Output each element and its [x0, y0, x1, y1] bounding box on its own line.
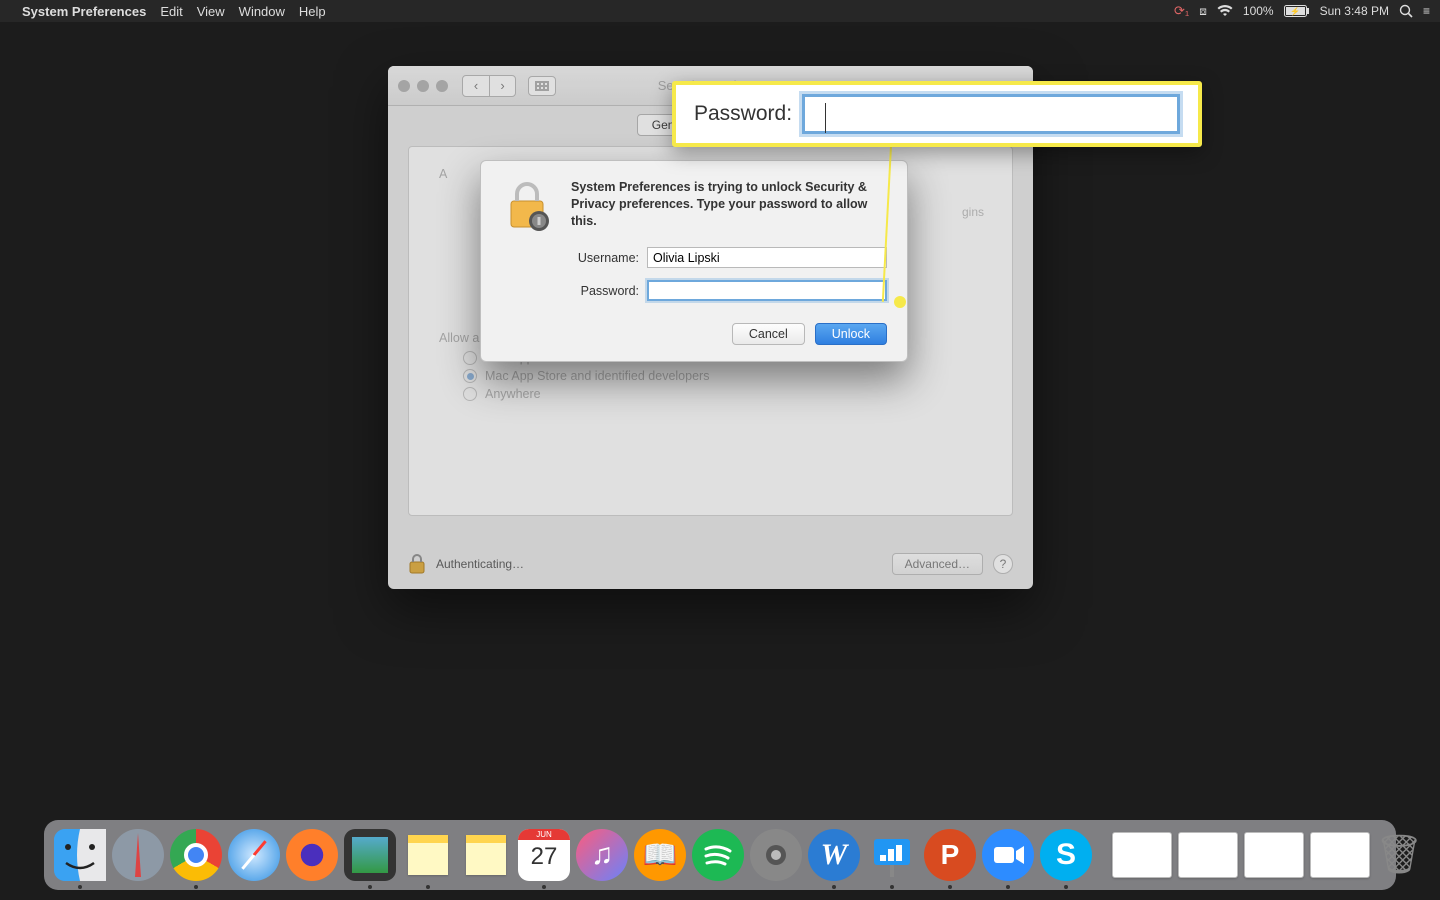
dock-minimized-window[interactable]: [1112, 832, 1172, 878]
callout-leader-dot: [894, 296, 906, 308]
dock-minimized-window[interactable]: [1244, 832, 1304, 878]
menu-window[interactable]: Window: [239, 4, 285, 19]
notification-center-icon[interactable]: ≡: [1423, 4, 1430, 18]
menu-help[interactable]: Help: [299, 4, 326, 19]
dock: JUN27♫📖WPS🗑: [44, 820, 1396, 890]
unlock-button[interactable]: Unlock: [815, 323, 887, 345]
dock-app-word[interactable]: W: [808, 829, 860, 881]
dock-app-safari[interactable]: [228, 829, 280, 881]
dock-app-finder[interactable]: [54, 829, 106, 881]
svg-text:⚡: ⚡: [1290, 6, 1300, 16]
menu-view[interactable]: View: [197, 4, 225, 19]
menubar: System Preferences Edit View Window Help…: [0, 0, 1440, 22]
password-row: Password:: [561, 280, 887, 301]
dock-minimized-window[interactable]: [1310, 832, 1370, 878]
dock-app-launchpad[interactable]: [112, 829, 164, 881]
dock-app-powerpoint[interactable]: P: [924, 829, 976, 881]
clock[interactable]: Sun 3:48 PM: [1320, 4, 1389, 18]
battery-icon[interactable]: ⚡: [1284, 5, 1310, 17]
dock-app-calendar[interactable]: JUN27: [518, 829, 570, 881]
dock-app-photos[interactable]: [344, 829, 396, 881]
battery-percent: 100%: [1243, 4, 1274, 18]
password-label: Password:: [561, 284, 639, 298]
dock-app-itunes[interactable]: ♫: [576, 829, 628, 881]
dropbox-icon[interactable]: ⧈: [1199, 4, 1207, 19]
menu-edit[interactable]: Edit: [160, 4, 182, 19]
username-row: Username:: [561, 247, 887, 268]
spotlight-icon[interactable]: [1399, 4, 1413, 18]
dock-app-keynote[interactable]: [866, 829, 918, 881]
cancel-button[interactable]: Cancel: [732, 323, 805, 345]
dock-app-skype[interactable]: S: [1040, 829, 1092, 881]
app-name[interactable]: System Preferences: [22, 4, 146, 19]
dock-app-system-preferences[interactable]: [750, 829, 802, 881]
dock-app-chrome[interactable]: [170, 829, 222, 881]
dock-app-zoom[interactable]: [982, 829, 1034, 881]
dock-app-stickies[interactable]: [460, 829, 512, 881]
updates-icon[interactable]: ⟳₁: [1174, 3, 1189, 19]
trash-icon[interactable]: 🗑: [1376, 829, 1422, 881]
dock-app-firefox[interactable]: [286, 829, 338, 881]
auth-message: System Preferences is trying to unlock S…: [571, 179, 887, 235]
callout-label: Password:: [694, 102, 792, 126]
username-label: Username:: [561, 251, 639, 265]
password-callout: Password:: [672, 81, 1202, 147]
wifi-icon[interactable]: [1217, 5, 1233, 17]
auth-lock-icon: [501, 179, 557, 235]
auth-sheet: System Preferences is trying to unlock S…: [480, 160, 908, 362]
status-icons: ⟳₁ ⧈ 100% ⚡ Sun 3:48 PM ≡: [1174, 3, 1430, 19]
password-field[interactable]: [647, 280, 887, 301]
dock-app-ibooks[interactable]: 📖: [634, 829, 686, 881]
text-cursor-icon: [825, 103, 826, 133]
callout-password-input: [802, 94, 1180, 134]
dock-minimized-window[interactable]: [1178, 832, 1238, 878]
username-field[interactable]: [647, 247, 887, 268]
dock-app-notes[interactable]: [402, 829, 454, 881]
dock-app-spotify[interactable]: [692, 829, 744, 881]
